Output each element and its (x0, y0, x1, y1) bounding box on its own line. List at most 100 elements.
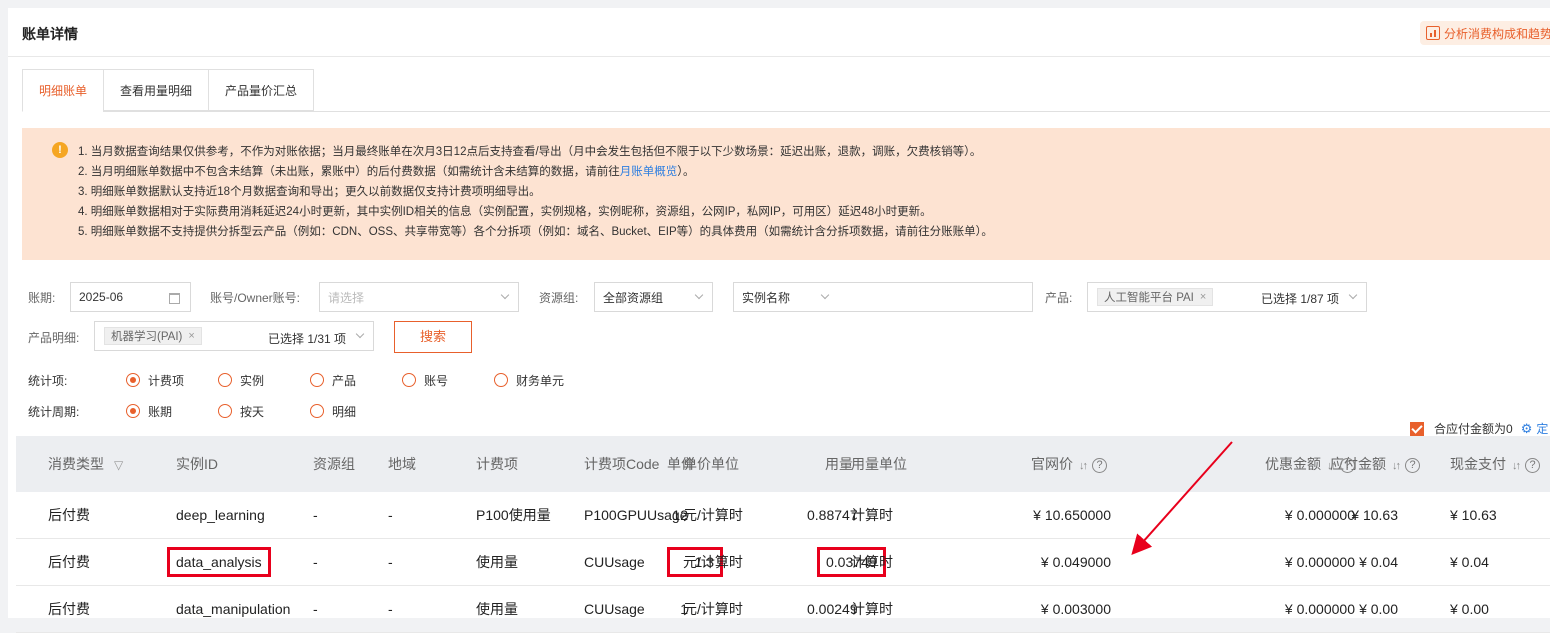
radio-label: 财务单元 (516, 373, 565, 388)
radio-checked-icon (126, 404, 140, 418)
sort-icon[interactable]: ↓↑ (1327, 460, 1336, 472)
cell-discount: ¥ 0.000000 (1123, 492, 1355, 539)
cell-consumption-type: 后付费 (16, 585, 162, 633)
col-billing-item: 计费项 (448, 436, 557, 492)
tab-usage-detail[interactable]: 查看用量明细 (103, 69, 209, 111)
zero-amount-toggle[interactable]: 合应付金额为0 ⚙ 定 (1410, 420, 1548, 437)
help-icon[interactable]: ? (1340, 457, 1355, 473)
highlight-box: data_analysis (167, 547, 271, 577)
chart-icon (1426, 26, 1440, 40)
cell-list-price: ¥ 0.049000 (1023, 538, 1123, 586)
col-cash-paid[interactable]: 现金支付 ↓↑? (1450, 436, 1540, 492)
col-instance-id: 实例ID (162, 436, 313, 492)
table-header-row: 消费类型 ▽ 实例ID 资源组 地域 计费项 计费项Code 单价 单价单位 用量… (16, 436, 1550, 492)
chevron-down-icon (1348, 290, 1358, 300)
cell-instance-id[interactable]: deep_learning (162, 492, 313, 539)
cell-resource-group: - (313, 585, 388, 633)
filter-icon[interactable]: ▽ (114, 458, 123, 472)
cell-region: - (388, 492, 448, 539)
product-chip-label: 人工智能平台 PAI (1104, 292, 1194, 304)
notice-line-4: 4. 明细账单数据相对于实际费用消耗延迟24小时更新，其中实例ID相关的信息（实… (78, 206, 932, 218)
radio-label: 账号 (424, 373, 449, 388)
cell-cash-paid: ¥ 10.63 (1450, 492, 1500, 539)
sort-icon[interactable]: ↓↑ (1512, 460, 1521, 472)
col-consumption-type[interactable]: 消费类型 ▽ (16, 436, 162, 492)
help-icon[interactable]: ? (1092, 457, 1107, 473)
checkbox-checked-icon[interactable] (1410, 421, 1424, 436)
notice-line-2: 2. 当月明细账单数据中不包含未结算（未出账，累账中）的后付费数据（如需统计含未… (78, 162, 1550, 182)
radio-label: 产品 (332, 373, 357, 388)
chevron-down-icon (820, 290, 830, 300)
cell-instance-id[interactable]: data_analysis (162, 538, 313, 586)
product-detail-selected-count: 已选择 1/31 项 (268, 332, 347, 346)
radio-finance-unit[interactable]: 财务单元 (494, 372, 564, 389)
cell-list-price: ¥ 0.003000 (1023, 585, 1123, 633)
radio-billing-item[interactable]: 计费项 (126, 372, 218, 389)
notice-box: ! 1. 当月数据查询结果仅供参考，不作为对账依据；当月最终账单在次月3日12点… (22, 128, 1550, 260)
monthly-bill-link[interactable]: 月账单概览 (620, 166, 678, 178)
radio-detail[interactable]: 明细 (310, 403, 356, 420)
cell-billing-item: 使用量 (448, 538, 557, 586)
help-icon[interactable]: ? (1405, 457, 1420, 473)
period-value: 2025-06 (79, 290, 124, 304)
cell-instance-id[interactable]: data_manipulation (162, 585, 313, 633)
close-icon[interactable]: × (188, 330, 194, 342)
radio-product[interactable]: 产品 (310, 372, 402, 389)
analyze-trend-button[interactable]: 分析消费构成和趋势 (1420, 21, 1550, 45)
stat-item-label: 统计项: (28, 373, 68, 388)
product-detail-chip[interactable]: 机器学习(PAI) × (104, 327, 202, 345)
radio-instance[interactable]: 实例 (218, 372, 310, 389)
help-icon[interactable]: ? (1525, 457, 1540, 473)
table-row: 后付费 data_manipulation - - 使用量 CUUsage 1 … (16, 585, 1550, 633)
search-button[interactable]: 搜索 (394, 321, 472, 353)
radio-label: 按天 (240, 404, 265, 419)
gear-icon[interactable]: ⚙ (1521, 421, 1533, 437)
radio-billing-period[interactable]: 账期 (126, 403, 218, 420)
radio-icon (218, 404, 232, 418)
config-link[interactable]: 定 (1536, 420, 1548, 437)
instance-name-field[interactable]: 实例名称 (742, 289, 790, 306)
tab-detail-bill[interactable]: 明细账单 (22, 69, 104, 112)
chevron-down-icon (500, 290, 510, 300)
product-detail-select[interactable]: 机器学习(PAI) × 已选择 1/31 项 (94, 321, 374, 351)
period-picker[interactable]: 2025-06 (70, 282, 191, 312)
account-placeholder: 请选择 (328, 290, 365, 305)
product-chip[interactable]: 人工智能平台 PAI × (1097, 288, 1214, 306)
sort-icon[interactable]: ↓↑ (1079, 460, 1088, 472)
radio-icon (494, 373, 508, 387)
resource-group-select[interactable]: 全部资源组 (594, 282, 713, 312)
radio-icon (218, 373, 232, 387)
cell-spacer (1500, 585, 1550, 633)
radio-by-day[interactable]: 按天 (218, 403, 310, 420)
page-title: 账单详情 (22, 26, 78, 42)
cell-usage-unit: 计算时 (851, 492, 1023, 539)
cell-billing-code: CUUsage (557, 585, 667, 633)
cell-spacer (1500, 538, 1550, 586)
col-discount[interactable]: 优惠金额 ↓↑? (1123, 436, 1355, 492)
col-list-price[interactable]: 官网价 ↓↑? (1023, 436, 1123, 492)
product-label: 产品: (1045, 291, 1073, 305)
close-icon[interactable]: × (1200, 291, 1206, 303)
tab-product-summary[interactable]: 产品量价汇总 (208, 69, 315, 111)
radio-label: 账期 (148, 404, 173, 419)
radio-icon (310, 404, 324, 418)
col-resource-group: 资源组 (313, 436, 388, 492)
table-row: 后付费 data_analysis - - 使用量 CUUsage 1.3 元/… (16, 538, 1550, 586)
radio-checked-icon (126, 373, 140, 387)
product-select[interactable]: 人工智能平台 PAI × 已选择 1/87 项 (1087, 282, 1367, 312)
radio-label: 计费项 (148, 373, 185, 388)
account-select[interactable]: 请选择 (319, 282, 519, 312)
cell-discount: ¥ 0.000000 (1123, 585, 1355, 633)
instance-name-input[interactable]: 实例名称 (733, 282, 1033, 312)
notice-line-2-text: 2. 当月明细账单数据中不包含未结算（未出账，累账中）的后付费数据（如需统计含未… (78, 166, 620, 178)
analyze-trend-label: 分析消费构成和趋势 (1444, 26, 1550, 41)
table-row: 后付费 deep_learning - - P100使用量 P100GPUUsa… (16, 492, 1550, 539)
radio-icon (402, 373, 416, 387)
title-divider (8, 56, 1550, 57)
chevron-down-icon (694, 290, 704, 300)
sort-icon[interactable]: ↓↑ (1392, 460, 1401, 472)
radio-account[interactable]: 账号 (402, 372, 494, 389)
period-label: 账期: (28, 291, 56, 305)
stat-item-group: 统计项: 计费项 实例 产品 账号 财务单元 (28, 370, 564, 390)
product-selected-count: 已选择 1/87 项 (1261, 292, 1340, 306)
